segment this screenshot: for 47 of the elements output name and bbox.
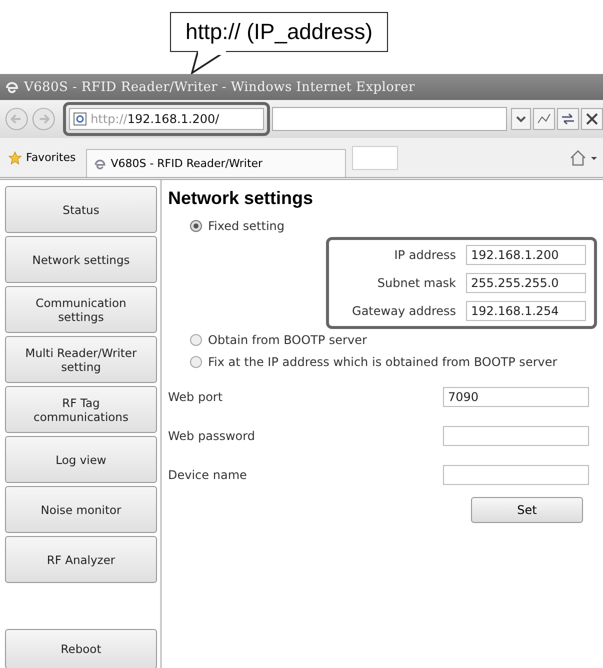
new-tab-button[interactable]	[352, 146, 398, 170]
sidebar-button[interactable]: Log view	[5, 436, 157, 483]
back-icon[interactable]	[4, 106, 30, 132]
set-button[interactable]: Set	[471, 497, 583, 523]
dropdown-icon[interactable]	[510, 108, 531, 130]
radio-label: Obtain from BOOTP server	[208, 333, 367, 347]
star-icon	[8, 150, 22, 164]
field-label: Web password	[168, 429, 255, 443]
input-field[interactable]	[443, 465, 589, 485]
tab-title: V680S - RFID Reader/Writer	[110, 157, 263, 170]
favorites-label: Favorites	[26, 151, 76, 164]
field-label: Subnet mask	[377, 276, 456, 290]
sidebar-button[interactable]: RF Analyzer	[5, 536, 157, 583]
input-field[interactable]: 255.255.255.0	[466, 273, 586, 293]
sidebar-button[interactable]: Network settings	[5, 236, 157, 283]
home-icon[interactable]	[569, 148, 597, 166]
input-field[interactable]: 7090	[443, 387, 589, 407]
page-heading: Network settings	[168, 188, 314, 209]
input-field[interactable]: 192.168.1.254	[466, 301, 586, 321]
field-label: Gateway address	[352, 304, 456, 318]
radio-button[interactable]	[190, 356, 202, 368]
window-title: V680S - RFID Reader/Writer - Windows Internet Explorer	[24, 80, 415, 94]
favorites-button[interactable]: Favorites	[4, 146, 80, 168]
radio-button[interactable]	[190, 334, 202, 346]
sidebar-button[interactable]: Multi Reader/Writer setting	[5, 336, 157, 383]
browser-tab[interactable]: V680S - RFID Reader/Writer	[86, 149, 346, 177]
radio-button[interactable]	[190, 220, 202, 232]
browser-logo-icon	[4, 79, 20, 95]
input-field[interactable]	[443, 426, 589, 446]
forward-icon[interactable]	[31, 106, 57, 132]
input-field[interactable]: 192.168.1.200	[466, 245, 586, 265]
reboot-button[interactable]: Reboot	[5, 629, 157, 668]
sidebar-button[interactable]: Status	[5, 186, 157, 233]
browser-logo-icon	[92, 156, 107, 170]
field-label: Web port	[168, 390, 223, 404]
close-icon[interactable]	[580, 108, 603, 130]
radio-label: Fixed setting	[208, 219, 285, 233]
page-icon	[72, 112, 87, 126]
radio-label: Fix at the IP address which is obtained from BOOTP server	[208, 355, 558, 369]
address-text: http://192.168.1.200/	[90, 112, 220, 126]
sidebar-button[interactable]: RF Tag communications	[5, 386, 157, 433]
address-field[interactable]: http://192.168.1.200/	[68, 108, 264, 130]
refresh-icon[interactable]	[556, 108, 579, 130]
sidebar-button[interactable]: Communication settings	[5, 286, 157, 333]
sidebar-button[interactable]: Noise monitor	[5, 486, 157, 533]
field-label: Device name	[168, 468, 247, 482]
field-label: IP address	[394, 248, 456, 262]
